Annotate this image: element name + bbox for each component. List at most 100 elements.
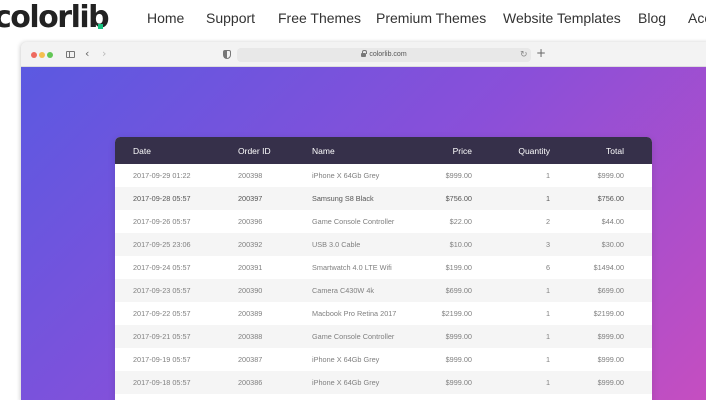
cell-name: Samsung S8 Black	[312, 194, 374, 203]
cell-order-id: 200388	[238, 332, 263, 341]
logo-dot-icon	[98, 24, 103, 29]
cell-quantity: 1	[545, 171, 550, 180]
cell-quantity: 1	[545, 194, 550, 203]
cell-price: $756.00	[445, 194, 472, 203]
cell-order-id: 200386	[238, 378, 263, 387]
header-order-id: Order ID	[238, 146, 271, 156]
cell-price: $999.00	[445, 332, 472, 341]
cell-order-id: 200397	[238, 194, 263, 203]
gradient-page: Date Order ID Name Price Quantity Total …	[21, 67, 706, 400]
cell-total: $999.00	[597, 332, 624, 341]
cell-order-id: 200392	[238, 240, 263, 249]
nav-link-premium-themes[interactable]: Premium Themes	[376, 10, 486, 26]
cell-order-id: 200387	[238, 355, 263, 364]
cell-quantity: 1	[545, 355, 550, 364]
cell-date: 2017-09-22 05:57	[133, 309, 191, 318]
cell-date: 2017-09-29 01:22	[133, 171, 191, 180]
cell-order-id: 200396	[238, 217, 263, 226]
table-row[interactable]: 2017-09-19 05:57 200387 iPhone X 64Gb Grey…	[115, 348, 652, 371]
cell-total: $30.00	[601, 240, 624, 249]
reload-icon[interactable]: ↻	[520, 48, 528, 62]
cell-name: Camera C430W 4k	[312, 286, 375, 295]
colorlib-logo[interactable]: colorlib	[0, 0, 110, 36]
table-row[interactable]: 2017-09-22 05:57 200389 Macbook Pro Retina…	[115, 302, 652, 325]
forward-icon[interactable]: ›	[102, 47, 106, 61]
header-quantity: Quantity	[518, 146, 550, 156]
nav-link-support[interactable]: Support	[206, 10, 255, 26]
cell-price: $999.00	[445, 378, 472, 387]
maximize-window-button[interactable]	[47, 52, 53, 58]
cell-date: 2017-09-19 05:57	[133, 355, 191, 364]
cell-total: $756.00	[597, 194, 624, 203]
address-bar[interactable]: colorlib.com	[237, 48, 531, 62]
table-row[interactable]: 2017-09-21 05:57 200388 Game Console Contr…	[115, 325, 652, 348]
nav-link-account[interactable]: Acc	[688, 10, 706, 26]
table-row[interactable]: 2017-09-23 05:57 200390 Camera C430W 4k $69…	[115, 279, 652, 302]
nav-link-blog[interactable]: Blog	[638, 10, 666, 26]
cell-order-id: 200390	[238, 286, 263, 295]
new-tab-icon[interactable]: +	[536, 46, 546, 60]
cell-name: Macbook Pro Retina 2017	[312, 309, 397, 318]
nav-link-free-themes[interactable]: Free Themes	[278, 10, 361, 26]
cell-price: $699.00	[445, 286, 472, 295]
cell-name: iPhone X 64Gb Grey	[312, 355, 380, 364]
cell-date: 2017-09-25 23:06	[133, 240, 191, 249]
cell-quantity: 1	[545, 332, 550, 341]
cell-name: Game Console Controller	[312, 217, 395, 226]
nav-link-home[interactable]: Home	[147, 10, 184, 26]
site-top-nav: colorlib Home Support Free Themes Premiu…	[0, 0, 706, 38]
table-row[interactable]: 2017-09-29 01:22 200398 iPhone X 64Gb Grey…	[115, 164, 652, 187]
table-row[interactable]: 2017-09-25 23:06 200392 USB 3.0 Cable $10.0…	[115, 233, 652, 256]
table-row[interactable]: 2017-09-24 05:57 200391 Smartwatch 4.0 LTE…	[115, 256, 652, 279]
address-bar-content: colorlib.com	[237, 48, 531, 62]
cell-price: $22.00	[449, 217, 472, 226]
table-row[interactable]: 2017-09-18 05:57 200386 iPhone X 64Gb Grey…	[115, 371, 652, 394]
cell-date: 2017-09-21 05:57	[133, 332, 191, 341]
cell-total: $999.00	[597, 355, 624, 364]
table-header: Date Order ID Name Price Quantity Total	[115, 137, 652, 164]
cell-date: 2017-09-18 05:57	[133, 378, 191, 387]
cell-order-id: 200389	[238, 309, 263, 318]
orders-table: Date Order ID Name Price Quantity Total …	[115, 137, 652, 400]
cell-date: 2017-09-23 05:57	[133, 286, 191, 295]
sidebar-toggle-icon[interactable]	[66, 51, 75, 58]
cell-quantity: 3	[545, 240, 550, 249]
cell-total: $699.00	[597, 286, 624, 295]
table-row[interactable]: 2017-09-28 05:57 200397 Samsung S8 Black $7…	[115, 187, 652, 210]
cell-quantity: 6	[545, 263, 550, 272]
cell-total: $1494.00	[593, 263, 624, 272]
minimize-window-button[interactable]	[39, 52, 45, 58]
cell-name: iPhone X 64Gb Grey	[312, 378, 380, 387]
cell-price: $999.00	[445, 355, 472, 364]
cell-total: $44.00	[601, 217, 624, 226]
cell-quantity: 1	[545, 309, 550, 318]
nav-link-website-templates[interactable]: Website Templates	[503, 10, 621, 26]
shield-icon[interactable]	[223, 50, 231, 59]
header-price: Price	[452, 146, 472, 156]
lock-icon	[361, 50, 368, 57]
cell-name: Game Console Controller	[312, 332, 395, 341]
cell-total: $999.00	[597, 171, 624, 180]
cell-name: Smartwatch 4.0 LTE Wifi	[312, 263, 392, 272]
cell-name: iPhone X 64Gb Grey	[312, 171, 380, 180]
cell-total: $2199.00	[593, 309, 624, 318]
header-name: Name	[312, 146, 335, 156]
cell-quantity: 2	[545, 217, 550, 226]
cell-order-id: 200391	[238, 263, 263, 272]
close-window-button[interactable]	[31, 52, 37, 58]
browser-toolbar: ‹ › colorlib.com ↻ +	[21, 42, 706, 67]
url-text: colorlib.com	[369, 51, 407, 58]
back-icon[interactable]: ‹	[85, 47, 89, 61]
browser-window: ‹ › colorlib.com ↻ + Date Order ID Name …	[21, 42, 706, 400]
cell-date: 2017-09-28 05:57	[133, 194, 191, 203]
header-total: Total	[606, 146, 624, 156]
cell-date: 2017-09-26 05:57	[133, 217, 191, 226]
cell-price: $999.00	[445, 171, 472, 180]
cell-quantity: 1	[545, 286, 550, 295]
cell-quantity: 1	[545, 378, 550, 387]
cell-name: USB 3.0 Cable	[312, 240, 361, 249]
cell-price: $10.00	[449, 240, 472, 249]
table-row[interactable]: 2017-09-26 05:57 200396 Game Console Contr…	[115, 210, 652, 233]
cell-date: 2017-09-24 05:57	[133, 263, 191, 272]
header-date: Date	[133, 146, 151, 156]
